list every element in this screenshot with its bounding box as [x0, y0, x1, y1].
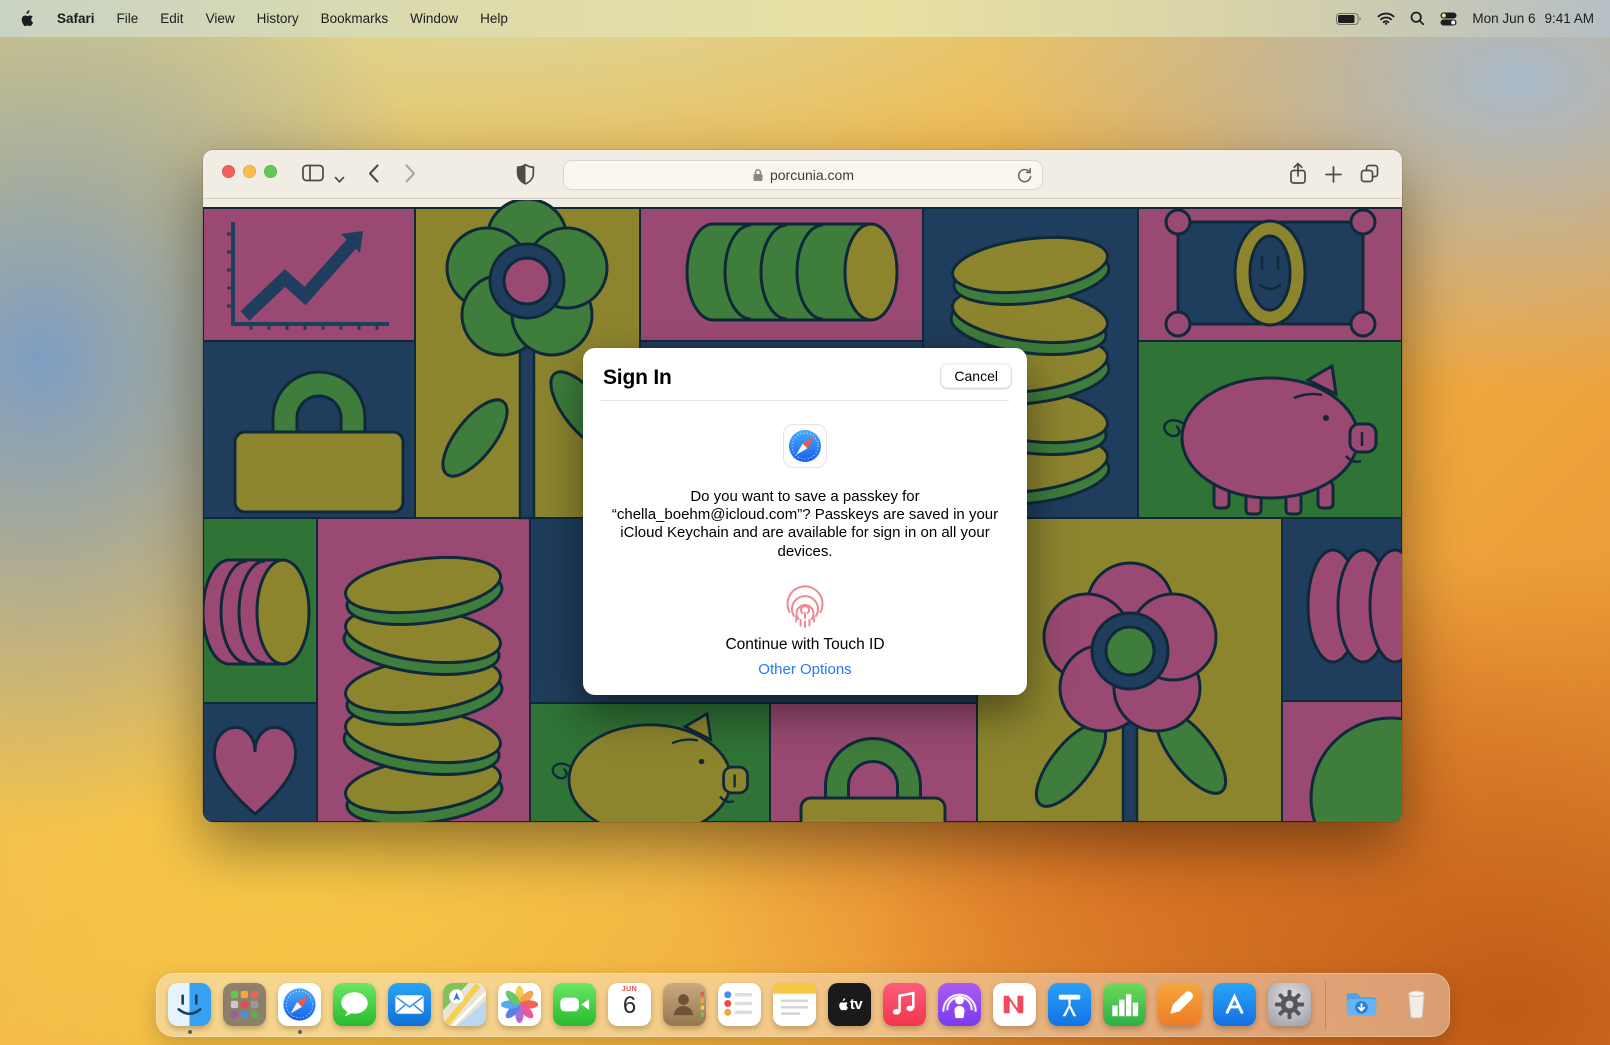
banknote-illustration [1166, 210, 1375, 336]
menu-item-help[interactable]: Help [469, 11, 519, 26]
dock-divider [1325, 981, 1326, 1029]
back-button[interactable] [367, 163, 380, 189]
share-button[interactable] [1288, 162, 1308, 191]
spotlight-search-icon[interactable] [1410, 11, 1425, 26]
apple-menu[interactable] [0, 10, 46, 27]
calendar-day-label: 6 [608, 992, 651, 1020]
dock-podcasts[interactable] [938, 983, 981, 1026]
running-indicator [298, 1030, 302, 1034]
dock-tv[interactable]: tv [828, 983, 871, 1026]
dock-facetime[interactable] [553, 983, 596, 1026]
dock-mail[interactable] [388, 983, 431, 1026]
coin-roll-maroon-illustration [203, 560, 309, 664]
menu-date: Mon Jun 6 [1472, 11, 1535, 26]
dock-maps[interactable] [443, 983, 486, 1026]
wifi-icon[interactable] [1377, 12, 1395, 25]
menu-item-bookmarks[interactable]: Bookmarks [310, 11, 400, 26]
reload-icon[interactable] [1016, 167, 1033, 187]
dialog-body-text: Do you want to save a passkey for “chell… [603, 488, 1007, 561]
menu-time: 9:41 AM [1544, 11, 1594, 26]
menu-item-view[interactable]: View [195, 11, 246, 26]
close-window-button[interactable] [222, 165, 235, 178]
dock: JUN 6 tv [156, 973, 1450, 1037]
dock-safari[interactable] [278, 983, 321, 1026]
tv-label: tv [850, 996, 862, 1013]
menu-item-window[interactable]: Window [399, 11, 469, 26]
sidebar-toggle-button[interactable] [302, 164, 324, 187]
other-options-link[interactable]: Other Options [583, 661, 1027, 678]
menu-item-edit[interactable]: Edit [149, 11, 194, 26]
sidebar-chevron-down-icon[interactable] [334, 171, 345, 189]
dock-notes[interactable] [773, 983, 816, 1026]
dock-contacts[interactable] [663, 983, 706, 1026]
battery-icon[interactable] [1336, 13, 1362, 25]
dock-numbers[interactable] [1103, 983, 1146, 1026]
menu-item-file[interactable]: File [106, 11, 150, 26]
dock-reminders[interactable] [718, 983, 761, 1026]
safari-app-icon [783, 424, 827, 468]
forward-button[interactable] [404, 163, 417, 189]
lock-icon [752, 168, 764, 182]
coin-roll-green-illustration [687, 224, 897, 320]
running-indicator [188, 1030, 192, 1034]
browser-toolbar: porcunia.com [203, 150, 1402, 199]
menu-item-safari[interactable]: Safari [46, 11, 106, 26]
dock-trash[interactable] [1395, 983, 1438, 1026]
dialog-divider [601, 400, 1009, 401]
menu-bar: Safari File Edit View History Bookmarks … [0, 0, 1610, 37]
dialog-title: Sign In [603, 366, 672, 390]
dock-photos[interactable] [498, 983, 541, 1026]
apple-icon [19, 10, 33, 27]
dock-pages[interactable] [1158, 983, 1201, 1026]
dock-calendar[interactable]: JUN 6 [608, 983, 651, 1026]
dock-downloads[interactable] [1340, 983, 1383, 1026]
dock-system-settings[interactable] [1268, 983, 1311, 1026]
minimize-window-button[interactable] [243, 165, 256, 178]
privacy-shield-icon[interactable] [516, 163, 535, 190]
address-bar[interactable]: porcunia.com [563, 160, 1043, 190]
coin-roll-maroon-illustration [1308, 550, 1402, 662]
coin-spring-illustration [341, 550, 505, 822]
dock-app-store[interactable] [1213, 983, 1256, 1026]
dock-news[interactable] [993, 983, 1036, 1026]
cancel-button[interactable]: Cancel [941, 364, 1011, 388]
url-text: porcunia.com [770, 167, 854, 183]
dock-messages[interactable] [333, 983, 376, 1026]
new-tab-button[interactable] [1325, 166, 1342, 188]
touch-id-fingerprint-icon [781, 580, 829, 628]
dock-keynote[interactable] [1048, 983, 1091, 1026]
tab-overview-button[interactable] [1359, 163, 1380, 189]
dock-music[interactable] [883, 983, 926, 1026]
continue-with-touch-id-label: Continue with Touch ID [583, 636, 1027, 654]
menu-clock[interactable]: Mon Jun 6 9:41 AM [1472, 11, 1594, 26]
passkey-dialog: Sign In Cancel Do you want to save a pas… [583, 348, 1027, 695]
menu-item-history[interactable]: History [246, 11, 310, 26]
control-center-icon[interactable] [1440, 12, 1457, 26]
desktop: Safari File Edit View History Bookmarks … [0, 0, 1610, 1045]
zoom-window-button[interactable] [264, 165, 277, 178]
dock-finder[interactable] [168, 983, 211, 1026]
dock-launchpad[interactable] [223, 983, 266, 1026]
